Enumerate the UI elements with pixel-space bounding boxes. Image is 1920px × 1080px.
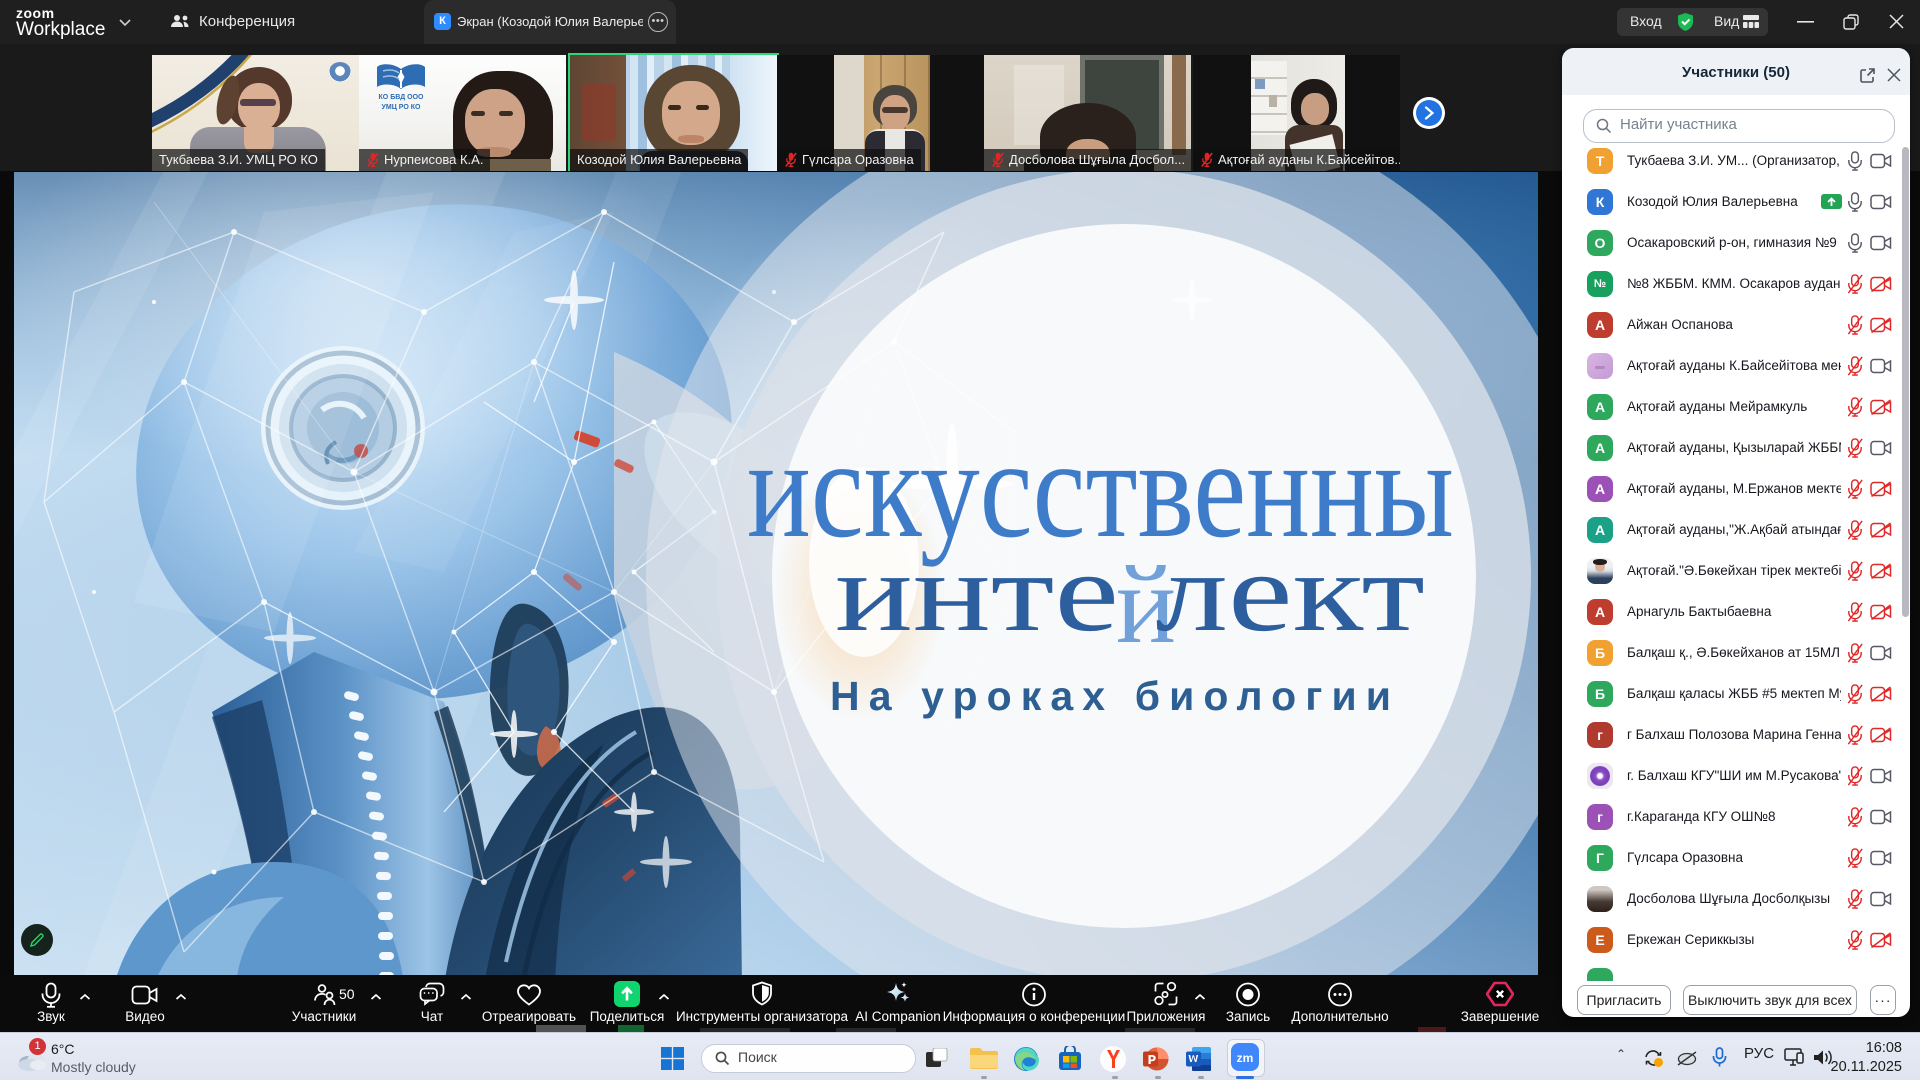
svg-text:УМЦ РО КО: УМЦ РО КО [382, 104, 421, 111]
svg-text:zm: zm [1237, 1051, 1254, 1065]
svg-text:КО БВД ООО: КО БВД ООО [379, 94, 424, 101]
svg-text:инте лект: инте лект [835, 530, 1425, 655]
